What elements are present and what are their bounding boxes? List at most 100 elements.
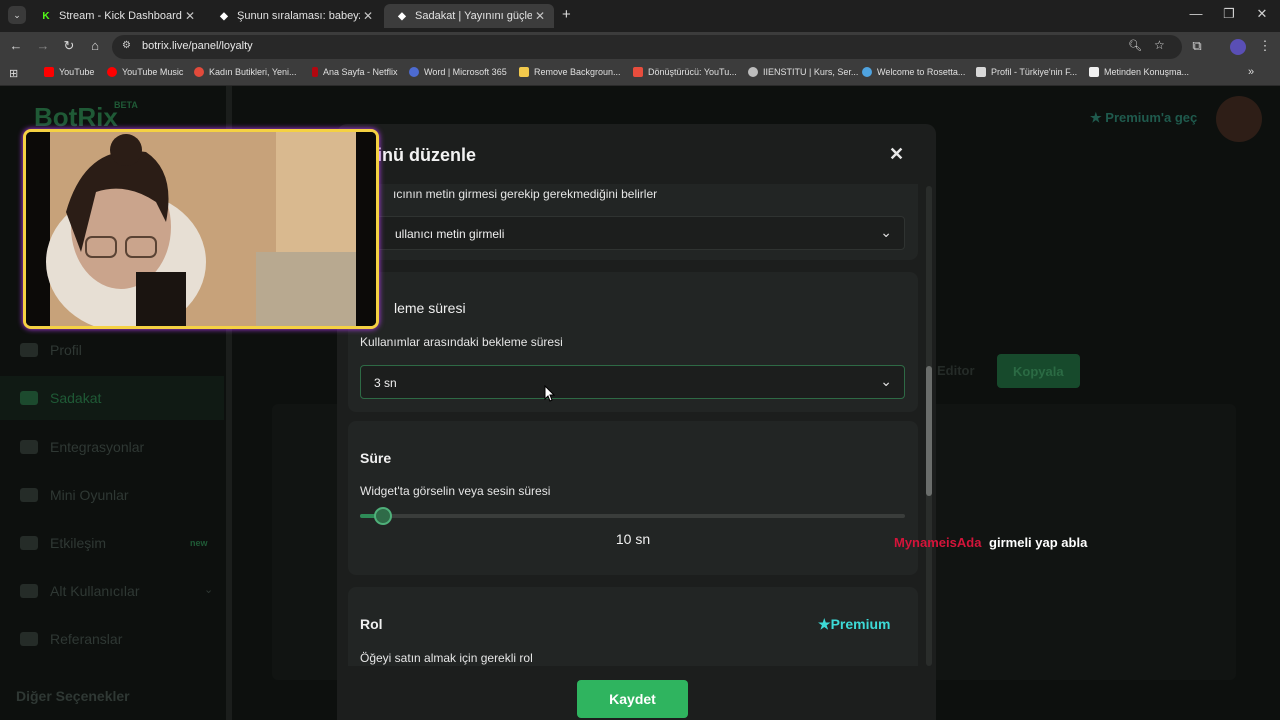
cooldown-value: 3 sn [374, 376, 397, 390]
sidebar-item-label: Referanslar [50, 631, 123, 647]
netflix-icon [312, 67, 318, 77]
microsoft-365-icon [409, 67, 419, 77]
chat-message-overlay: MynameisAda girmeli yap abla [894, 535, 1087, 550]
chevron-down-icon: ⌄ [204, 584, 214, 596]
sidebar-item-etkilesim[interactable]: Etkileşim [20, 535, 106, 551]
menu-icon[interactable]: ⋮ [1256, 38, 1274, 54]
close-tab-icon[interactable]: ✕ [182, 9, 198, 23]
bookmark-item[interactable]: Word | Microsoft 365 [409, 67, 507, 77]
sidebar-item-label: Alt Kullanıcılar [50, 583, 140, 599]
star-icon: ★ [818, 616, 831, 632]
url-text: botrix.live/panel/loyalty [142, 40, 253, 52]
bookmark-label: Profil - Türkiye'nin F... [991, 67, 1078, 77]
profile-pen-icon [976, 67, 986, 77]
role-card: Rol ★Premium Öğeyi satın almak için gere… [348, 587, 918, 666]
close-window-icon[interactable]: ✕ [1252, 6, 1272, 22]
webcam-image [26, 132, 376, 326]
browser-tab[interactable]: K Stream - Kick Dashboard ✕ [28, 4, 204, 28]
sidebar-item-alt-kullanicilar[interactable]: Alt Kullanıcılar [20, 583, 139, 599]
extensions-icon[interactable]: ⧉ [1188, 38, 1206, 54]
bookmark-star-icon[interactable]: ☆ [1154, 38, 1165, 52]
bookmark-item[interactable]: Welcome to Rosetta... [862, 67, 965, 77]
trophy-icon [20, 391, 38, 405]
bookmark-label: Welcome to Rosetta... [877, 67, 966, 77]
address-bar[interactable]: ⚙ botrix.live/panel/loyalty 🔍︎ ☆ [112, 35, 1182, 59]
gamepad-icon [20, 488, 38, 502]
modal-body: ıcının metin girmesi gerekip gerekmediği… [337, 184, 936, 666]
bookmark-item[interactable]: Ana Sayfa - Netflix [312, 67, 398, 77]
cooldown-select[interactable]: 3 sn ⌄ [360, 365, 905, 399]
bookmark-item[interactable]: Kadın Butikleri, Yeni... [194, 67, 297, 77]
bookmark-label: Dönüştürücü: YouTu... [648, 67, 737, 77]
close-tab-icon[interactable]: ✕ [532, 9, 548, 23]
rosetta-icon [862, 67, 872, 77]
home-icon[interactable]: ⌂ [86, 38, 104, 53]
webcam-overlay [23, 129, 379, 329]
bookmark-item[interactable]: Profil - Türkiye'nin F... [976, 67, 1077, 77]
browser-tab-active[interactable]: ◆ Sadakat | Yayınını güçlendirmel ✕ [384, 4, 554, 28]
iienstitu-icon [748, 67, 758, 77]
duration-title: Süre [360, 450, 392, 466]
mouse-cursor-icon [544, 385, 555, 402]
sidebar-item-entegrasyonlar[interactable]: Entegrasyonlar [20, 439, 144, 455]
apps-grid-icon[interactable]: ⊞ [9, 67, 18, 80]
copy-button-label: Kopyala [1013, 364, 1064, 379]
bookmark-item[interactable]: Remove Backgroun... [519, 67, 621, 77]
close-tab-icon[interactable]: ✕ [360, 9, 376, 23]
premium-link[interactable]: ★ Premium'a geç [1090, 110, 1197, 126]
forward-icon[interactable]: → [34, 38, 52, 53]
role-title: Rol [360, 616, 383, 632]
duration-description: Widget'ta görselin veya sesin süresi [360, 484, 551, 498]
browser-tab-bar: ⌄ K Stream - Kick Dashboard ✕ ◆ Şunun sı… [0, 0, 1280, 32]
bookmark-label: IIENSTITU | Kurs, Ser... [763, 67, 859, 77]
premium-badge: ★Premium [818, 616, 890, 633]
sidebar-item-mini-oyunlar[interactable]: Mini Oyunlar [20, 487, 129, 503]
site-info-icon[interactable]: ⚙ [122, 40, 131, 51]
bookmark-item[interactable]: Dönüştürücü: YouTu... [633, 67, 737, 77]
input-required-select[interactable]: ullanıcı metin girmeli ⌄ [360, 216, 905, 250]
save-button[interactable]: Kaydet [577, 680, 688, 718]
bookmark-label: Word | Microsoft 365 [424, 67, 507, 77]
bookmark-label: YouTube [59, 67, 95, 77]
bookmark-item[interactable]: IIENSTITU | Kurs, Ser... [748, 67, 858, 77]
bookmark-item[interactable]: YouTube [44, 67, 94, 77]
back-icon[interactable]: ← [7, 38, 25, 53]
duration-slider[interactable] [360, 507, 905, 525]
converter-icon [633, 67, 643, 77]
sidebar-item-label: Profil [50, 342, 82, 358]
input-required-card: ıcının metin girmesi gerekip gerekmediği… [348, 184, 918, 260]
sidebar-item-referanslar[interactable]: Referanslar [20, 631, 122, 647]
duration-value-label: 10 sn [615, 531, 651, 547]
close-icon[interactable]: ✕ [889, 144, 904, 165]
profile-avatar-icon[interactable] [1230, 39, 1246, 55]
new-tab-icon[interactable]: + [562, 6, 571, 23]
sidebar-item-profil[interactable]: Profil [20, 342, 82, 358]
maximize-icon[interactable]: ❐ [1219, 6, 1239, 22]
sidebar-item-sadakat[interactable]: Sadakat [20, 390, 101, 406]
cooldown-title: leme süresi [394, 300, 466, 316]
more-bookmarks-icon[interactable]: » [1248, 66, 1254, 78]
cooldown-description: Kullanımlar arasındaki bekleme süresi [360, 335, 563, 349]
reload-icon[interactable]: ↻ [60, 38, 78, 54]
sidebar-item-label: Entegrasyonlar [50, 439, 145, 455]
minimize-icon[interactable]: — [1186, 6, 1206, 21]
user-avatar[interactable] [1216, 96, 1262, 142]
bookmark-label: Metinden Konuşma... [1104, 67, 1190, 77]
input-required-description: ıcının metin girmesi gerekip gerekmediği… [393, 187, 658, 201]
bookmark-label: Remove Backgroun... [534, 67, 621, 77]
modal-scrollbar[interactable] [926, 186, 932, 666]
cooldown-card: leme süresi Kullanımlar arasındaki bekle… [348, 272, 918, 412]
slider-handle[interactable] [374, 507, 392, 525]
sidebar-item-label: Mini Oyunlar [50, 487, 129, 503]
bookmark-item[interactable]: Metinden Konuşma... [1089, 67, 1189, 77]
bookmark-label: YouTube Music [122, 67, 184, 77]
bookmark-item[interactable]: YouTube Music [107, 67, 183, 77]
editor-text: Editor [937, 363, 975, 378]
scrollbar-thumb[interactable] [926, 366, 932, 496]
zoom-icon[interactable]: 🔍︎ [1128, 39, 1142, 52]
browser-tab[interactable]: ◆ Şunun sıralaması: babeyzos | Ya ✕ [206, 4, 382, 28]
music-icon [20, 536, 38, 550]
tab-search-icon[interactable]: ⌄ [8, 6, 26, 24]
premium-label: Premium [830, 616, 891, 632]
tab-title: Sadakat | Yayınını güçlendirmel [415, 10, 532, 22]
